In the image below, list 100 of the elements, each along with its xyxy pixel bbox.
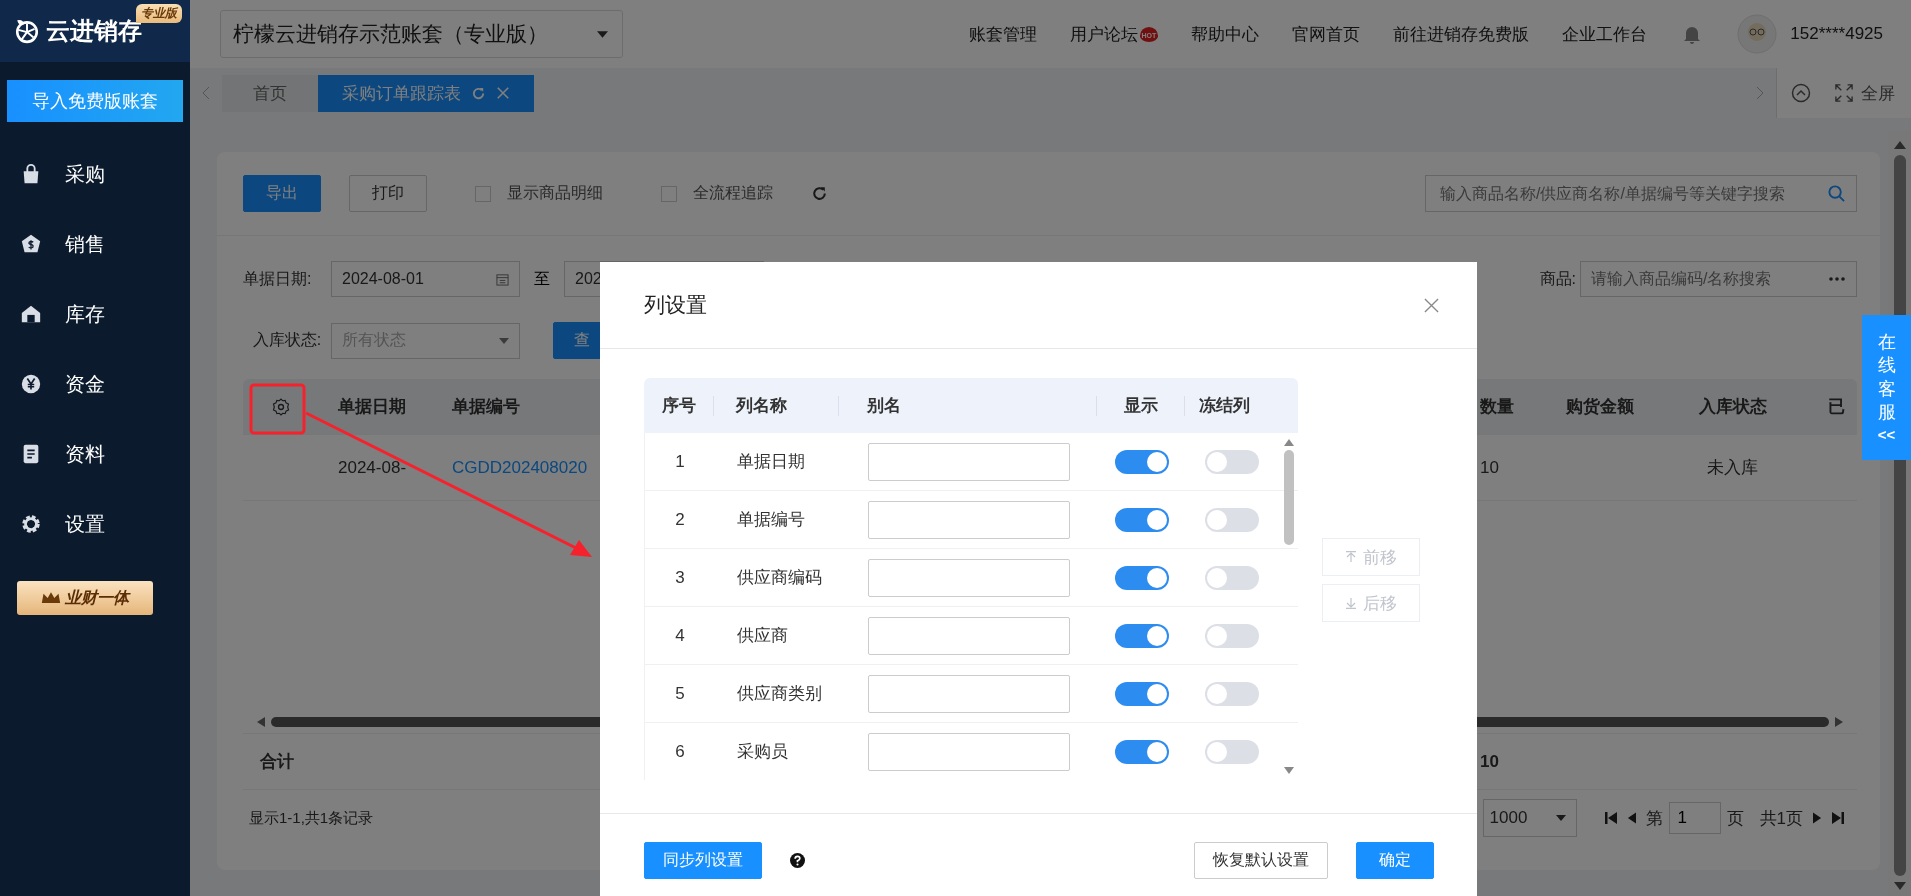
sidebar-item[interactable]: 采购 [0, 139, 190, 209]
alias-input[interactable] [868, 442, 1070, 481]
sidebar-item[interactable]: 资金 [0, 349, 190, 419]
promo-text: 业财一体 [65, 587, 129, 608]
toggle-switch[interactable] [1115, 565, 1169, 590]
fullscreen-icon [1835, 84, 1853, 102]
toggle-switch[interactable] [1115, 507, 1169, 532]
toggle-switch[interactable] [1115, 623, 1169, 648]
tab[interactable]: 采购订单跟踪表 [318, 74, 534, 112]
caret-icon [1555, 815, 1566, 821]
previous-page-icon[interactable] [1626, 812, 1636, 824]
toolbar-button[interactable]: 导出 [243, 175, 321, 212]
table-cell: 2024-08- [338, 457, 407, 477]
scroll-up-icon[interactable] [1284, 439, 1294, 446]
arrow-up-icon [1345, 551, 1357, 563]
help-icon[interactable] [790, 853, 805, 868]
promo-badge[interactable]: 业财一体 [17, 581, 153, 615]
import-button[interactable]: 导入免费版账套 [7, 80, 183, 122]
filter-label: 入库状态: [251, 330, 323, 350]
reset-defaults-button[interactable]: 恢复默认设置 [1194, 842, 1328, 879]
column-header: 购货金额 [1566, 397, 1634, 416]
calendar-icon [496, 272, 509, 286]
nav-link[interactable]: 用户论坛 [1069, 22, 1138, 46]
first-page-icon[interactable] [1604, 812, 1617, 824]
scroll-left-icon[interactable] [257, 717, 265, 727]
checkbox[interactable] [475, 185, 491, 202]
scroll-right-icon[interactable] [1835, 717, 1843, 727]
page-size-select[interactable]: 1000 [1482, 799, 1577, 837]
date-field[interactable]: 2024-08-01 [331, 261, 520, 297]
toggle-switch[interactable] [1115, 449, 1169, 474]
last-page-icon[interactable] [1832, 812, 1844, 824]
toggle-switch[interactable] [1205, 681, 1259, 706]
alias-input[interactable] [868, 616, 1070, 655]
scroll-down-icon[interactable] [1284, 767, 1294, 774]
column-name: 单据编号 [737, 510, 805, 529]
alias-input[interactable] [868, 674, 1070, 713]
toolbar-button[interactable]: 打印 [349, 175, 427, 212]
sync-settings-button[interactable]: 同步列设置 [644, 842, 762, 879]
goods-field[interactable]: 请输入商品编码/名称搜索 [1580, 261, 1857, 297]
column-header: 别名 [867, 395, 901, 417]
collapse-icon[interactable] [1791, 83, 1811, 103]
nav-link[interactable]: 账套管理 [968, 22, 1037, 46]
toggle-switch[interactable] [1115, 739, 1169, 764]
refresh-icon[interactable] [811, 185, 828, 202]
column-name: 供应商类别 [737, 684, 822, 703]
column-name: 采购员 [737, 742, 788, 761]
page-input[interactable]: 1 [1668, 802, 1721, 834]
nav-link[interactable]: 官网首页 [1292, 22, 1361, 46]
search-field[interactable]: 输入商品名称/供应商名称/单据编号等关键字搜索 [1425, 175, 1857, 212]
column-header: 列名称 [736, 395, 787, 417]
total-label: 合计 [260, 752, 294, 771]
edition-badge: 专业版 [136, 4, 182, 23]
alias-input[interactable] [868, 732, 1070, 771]
sidebar-item[interactable]: 销售 [0, 209, 190, 279]
dollar-tag-icon [20, 233, 42, 255]
chevron-right-icon[interactable] [1756, 86, 1764, 100]
refresh-icon[interactable] [471, 85, 486, 101]
confirm-button[interactable]: 确定 [1356, 842, 1434, 879]
record-summary: 显示1-1,共1条记录 [249, 808, 374, 828]
highlight-frame [249, 383, 306, 435]
nav-link[interactable]: 前往进销存免费版 [1393, 22, 1530, 46]
search-icon[interactable] [1827, 184, 1846, 203]
toggle-switch[interactable] [1115, 681, 1169, 706]
column-header: 序号 [661, 395, 696, 417]
scroll-up-icon[interactable] [1893, 141, 1906, 149]
account-selector[interactable]: 柠檬云进销存示范账套（专业版） [220, 10, 623, 58]
settings-icon[interactable] [270, 396, 291, 417]
checkbox-label: 显示商品明细 [507, 183, 603, 203]
online-service-tab[interactable]: 在线客服 << [1862, 315, 1911, 460]
toggle-switch[interactable] [1205, 623, 1259, 648]
sidebar-item[interactable]: 设置 [0, 489, 190, 559]
filter-label: 单据日期: [243, 268, 313, 289]
column-header: 数量 [1480, 397, 1514, 416]
next-page-icon[interactable] [1813, 812, 1822, 824]
toggle-switch[interactable] [1205, 739, 1259, 764]
alias-input[interactable] [868, 558, 1070, 597]
page-prefix: 第 [1645, 807, 1663, 830]
sidebar-item[interactable]: 库存 [0, 279, 190, 349]
nav-link[interactable]: 企业工作台 [1562, 22, 1648, 46]
scroll-down-icon[interactable] [1893, 882, 1906, 890]
toggle-switch[interactable] [1205, 507, 1259, 532]
row-number: 2 [675, 509, 685, 529]
alias-input[interactable] [868, 500, 1070, 539]
chevron-left-icon[interactable] [202, 86, 210, 100]
toggle-switch[interactable] [1205, 449, 1259, 474]
total-value: 10 [1480, 751, 1499, 771]
toggle-switch[interactable] [1205, 565, 1259, 590]
checkbox[interactable] [661, 185, 677, 202]
sidebar-item[interactable]: 资料 [0, 419, 190, 489]
nav-link[interactable]: 帮助中心 [1191, 22, 1260, 46]
column-name: 单据日期 [737, 452, 805, 471]
caret-icon [597, 30, 608, 38]
scrollbar-thumb[interactable] [1284, 450, 1294, 545]
column-name: 供应商编码 [737, 568, 822, 587]
avatar-icon[interactable] [1737, 14, 1778, 54]
row-number: 5 [675, 683, 685, 703]
tab[interactable]: 首页 [222, 74, 318, 112]
more-icon[interactable] [1829, 277, 1845, 281]
close-icon[interactable] [1424, 297, 1439, 313]
user-name[interactable]: 152****4925 [1790, 24, 1883, 44]
